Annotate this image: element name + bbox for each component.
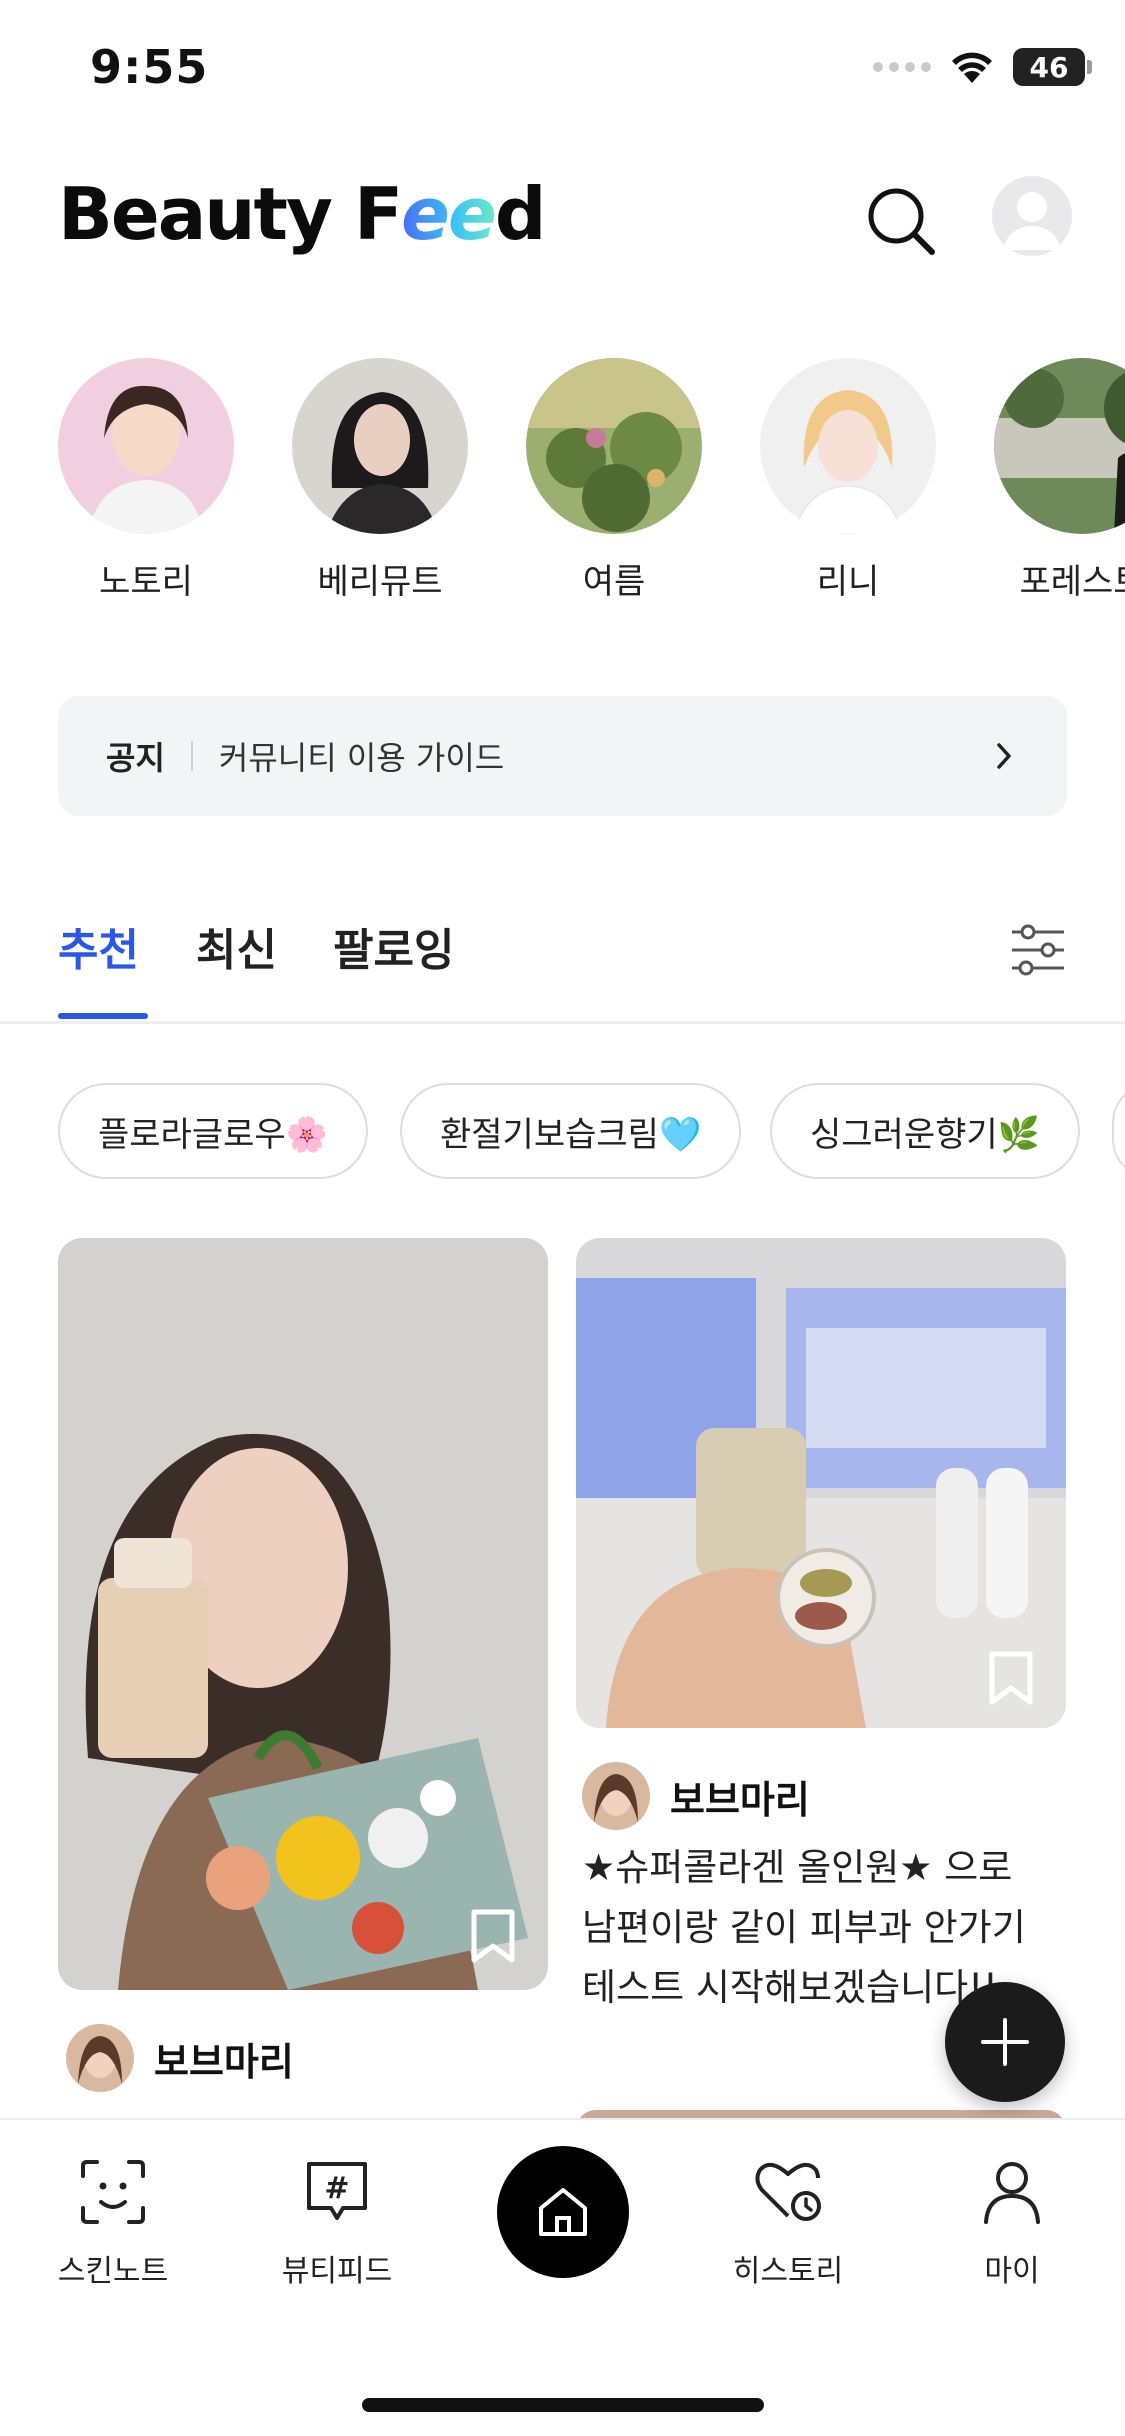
hashtag-chat-icon: # (307, 2162, 367, 2220)
filter-button[interactable] (1008, 920, 1068, 980)
keyword-chips: 플로라글로우🌸 환절기보습크림🩵 싱그러운향기🌿 (58, 1083, 1125, 1183)
story-avatar (760, 358, 936, 534)
home-indicator (362, 2398, 764, 2412)
story-name: 베리뮤트 (317, 562, 443, 602)
cellular-signal-icon (873, 62, 931, 72)
app-header: Beauty Feed (0, 160, 1125, 270)
post-image[interactable] (58, 1238, 548, 1990)
status-time: 9:55 (90, 40, 209, 94)
post-image[interactable] (576, 1238, 1066, 1728)
keyword-chip[interactable]: 플로라글로우🌸 (58, 1083, 369, 1179)
post-author[interactable]: 보브마리 (66, 2024, 294, 2092)
notice-tag: 공지 (106, 739, 165, 777)
nav-label: 뷰티피드 (281, 2254, 393, 2289)
feed-tabs: 추천 최신 팔로잉 (0, 900, 1125, 1024)
svg-text:#: # (324, 2171, 349, 2206)
keyword-chip-partial[interactable] (1112, 1083, 1125, 1179)
status-icons: 46 (873, 48, 1092, 86)
notice-divider (190, 741, 193, 771)
author-avatar (66, 2024, 134, 2092)
story-name: 노토리 (99, 562, 193, 602)
story-name: 여름 (582, 562, 646, 602)
nav-history[interactable]: 히스토리 (708, 2156, 868, 2290)
face-scan-icon (81, 2160, 145, 2224)
keyword-chip[interactable]: 싱그러운향기🌿 (770, 1083, 1081, 1179)
author-nickname: 보브마리 (154, 2039, 294, 2084)
heart-history-icon (755, 2162, 821, 2221)
tab-recommended[interactable]: 추천 (58, 914, 139, 978)
default-avatar-icon (1004, 192, 1060, 250)
story-name: 리니 (816, 562, 880, 602)
story-avatar (526, 358, 702, 534)
wifi-icon (952, 52, 992, 83)
person-icon (984, 2162, 1040, 2224)
nav-beauty-feed[interactable]: # 뷰티피드 (257, 2156, 417, 2290)
nav-skin-note[interactable]: 스킨노트 (33, 2156, 193, 2290)
story-list: 노토리 베리뮤트 여름 리니 포레스 (58, 358, 1125, 608)
post-author[interactable]: 보브마리 (582, 1762, 810, 1830)
profile-avatar-button[interactable] (992, 176, 1072, 256)
battery-indicator: 46 (1013, 48, 1092, 86)
filter-sliders-icon (1012, 924, 1064, 976)
search-button[interactable] (862, 182, 942, 262)
home-icon (539, 2188, 587, 2236)
author-avatar (582, 1762, 650, 1830)
bookmark-icon[interactable] (468, 1908, 518, 1964)
app-logo[interactable]: Beauty Feed (58, 172, 546, 256)
tab-latest[interactable]: 최신 (196, 914, 277, 978)
chevron-right-icon (997, 743, 1011, 769)
notice-text: 커뮤니티 이용 가이드 (218, 739, 505, 777)
story-item[interactable]: 베리뮤트 (292, 358, 468, 603)
create-post-button[interactable] (945, 1982, 1065, 2102)
bookmark-icon[interactable] (986, 1650, 1036, 1706)
story-item[interactable]: 여름 (526, 358, 702, 603)
nav-label: 스킨노트 (57, 2254, 169, 2289)
nav-home-button[interactable] (497, 2146, 629, 2278)
story-avatar (58, 358, 234, 534)
nav-label: 마이 (984, 2254, 1040, 2289)
active-tab-indicator (58, 1013, 148, 1019)
story-avatar (994, 358, 1125, 534)
search-icon (868, 188, 935, 255)
story-avatar (292, 358, 468, 534)
author-nickname: 보브마리 (670, 1777, 810, 1822)
keyword-chip[interactable]: 환절기보습크림🩵 (400, 1083, 742, 1179)
bottom-navigation: 스킨노트 # 뷰티피드 히스토리 마이 (0, 2118, 1125, 2436)
story-item[interactable]: 포레스트 (994, 358, 1125, 603)
tab-following[interactable]: 팔로잉 (333, 914, 454, 978)
nav-label: 히스토리 (732, 2254, 844, 2289)
story-item[interactable]: 리니 (760, 358, 936, 603)
story-item[interactable]: 노토리 (58, 358, 234, 603)
plus-icon (981, 2018, 1029, 2066)
nav-my[interactable]: 마이 (932, 2156, 1092, 2290)
story-name: 포레스트 (1019, 562, 1125, 602)
status-bar: 9:55 46 (0, 0, 1125, 140)
notice-banner[interactable]: 공지 커뮤니티 이용 가이드 (58, 696, 1067, 816)
